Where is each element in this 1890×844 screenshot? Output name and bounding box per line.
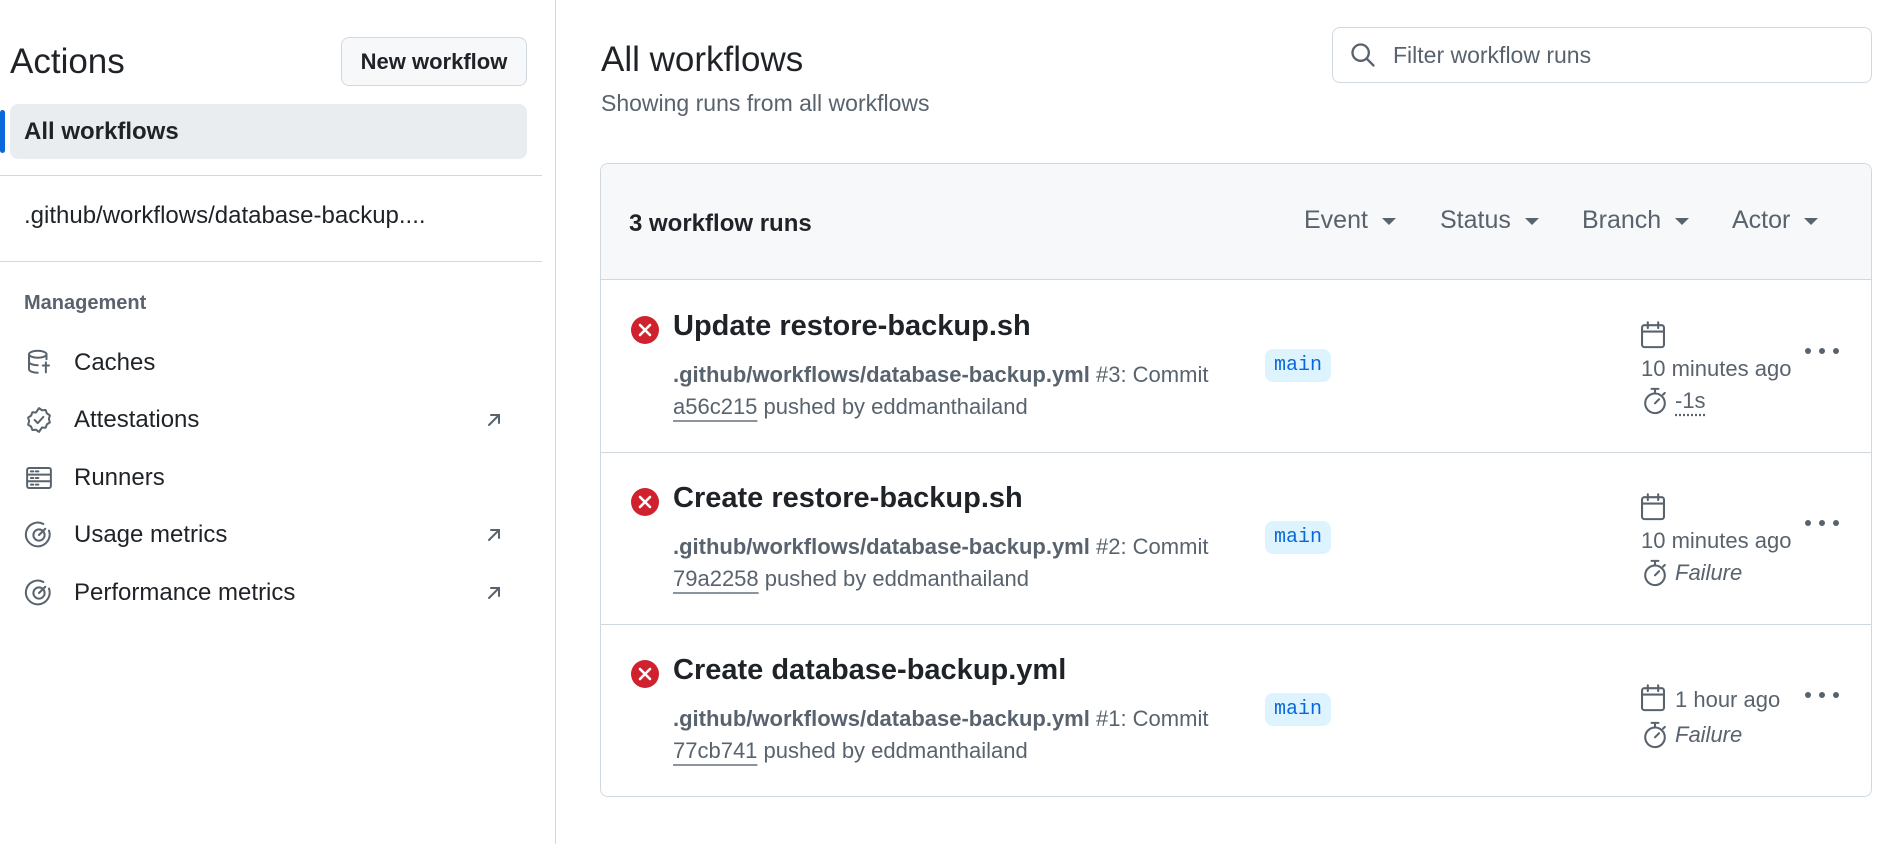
run-commit-info: 77cb741 pushed by eddmanthailand <box>673 738 1028 764</box>
x-circle-fill-icon <box>630 315 660 345</box>
filter-search-box <box>1332 27 1872 83</box>
event-filter-dropdown[interactable]: Event <box>1304 206 1396 235</box>
caret-down-icon <box>1804 218 1819 225</box>
active-indicator <box>0 110 5 153</box>
sidebar-item-label: Caches <box>74 349 156 376</box>
run-workflow-name: .github/workflows/database-backup.yml <box>673 362 1090 387</box>
filter-runs-input[interactable] <box>1391 40 1835 70</box>
run-number: #1: Commit <box>1089 706 1209 731</box>
run-actor: pushed by eddmanthailand <box>758 566 1029 591</box>
kebab-horizontal-icon[interactable] <box>1805 344 1839 358</box>
sidebar-item-runners[interactable]: Runners <box>24 456 514 500</box>
stopwatch-icon <box>1641 558 1669 588</box>
run-title-link[interactable]: Update restore-backup.sh <box>673 310 1031 343</box>
sidebar-item-all-workflows[interactable]: All workflows <box>10 104 527 159</box>
kebab-horizontal-icon[interactable] <box>1805 516 1839 530</box>
actor-filter-dropdown[interactable]: Actor <box>1732 206 1819 235</box>
calendar-icon <box>1639 320 1667 350</box>
workflow-runs-list: 3 workflow runs Event Status Branch Acto… <box>600 163 1872 797</box>
run-commit-info: 79a2258 pushed by eddmanthailand <box>673 566 1029 592</box>
verified-icon <box>24 405 54 435</box>
server-icon <box>24 463 54 493</box>
search-icon <box>1349 41 1377 69</box>
run-workflow-name: .github/workflows/database-backup.yml <box>673 534 1090 559</box>
new-workflow-button[interactable]: New workflow <box>341 37 527 86</box>
sidebar-item-label: Runners <box>74 464 165 491</box>
run-actor: pushed by eddmanthailand <box>757 394 1028 419</box>
sidebar-item-workflow-file[interactable]: .github/workflows/database-backup.... <box>24 202 504 230</box>
workflow-run-row[interactable]: Update restore-backup.sh .github/workflo… <box>601 280 1871 452</box>
calendar-icon <box>1639 492 1667 522</box>
divider <box>0 175 542 176</box>
commit-sha-link[interactable]: 79a2258 <box>673 566 759 591</box>
sidebar-item-usage-metrics[interactable]: Usage metrics <box>24 513 514 557</box>
meter-icon <box>24 520 54 550</box>
sidebar-item-caches[interactable]: Caches <box>24 341 514 385</box>
run-number: #3: Commit <box>1089 362 1209 387</box>
workflow-run-row[interactable]: Create restore-backup.sh .github/workflo… <box>601 452 1871 624</box>
commit-sha-link[interactable]: 77cb741 <box>673 738 757 763</box>
filter-label: Branch <box>1582 206 1662 234</box>
kebab-horizontal-icon[interactable] <box>1805 688 1839 702</box>
run-title-link[interactable]: Create database-backup.yml <box>673 654 1066 687</box>
branch-label[interactable]: main <box>1265 349 1332 382</box>
page-subtitle: Showing runs from all workflows <box>601 90 930 116</box>
sidebar: Actions New workflow All workflows .gith… <box>0 0 556 844</box>
run-meta: .github/workflows/database-backup.yml #2… <box>673 534 1208 560</box>
link-external-icon <box>484 583 504 603</box>
run-timestamp: 10 minutes ago <box>1641 528 1792 553</box>
sidebar-item-label: Usage metrics <box>74 521 228 548</box>
management-heading: Management <box>24 292 147 314</box>
run-actor: pushed by eddmanthailand <box>757 738 1028 763</box>
caret-down-icon <box>1524 218 1539 225</box>
sidebar-item-performance-metrics[interactable]: Performance metrics <box>24 571 514 615</box>
stopwatch-icon <box>1641 386 1669 416</box>
caret-down-icon <box>1381 218 1396 225</box>
link-external-icon <box>484 410 504 430</box>
run-meta: .github/workflows/database-backup.yml #1… <box>673 706 1208 732</box>
database-icon <box>24 348 54 378</box>
filter-label: Actor <box>1732 206 1791 234</box>
runs-count: 3 workflow runs <box>629 210 812 237</box>
workflow-run-row[interactable]: Create database-backup.yml .github/workf… <box>601 624 1871 796</box>
run-title-link[interactable]: Create restore-backup.sh <box>673 482 1023 515</box>
caret-down-icon <box>1675 218 1690 225</box>
branch-label[interactable]: main <box>1265 693 1332 726</box>
commit-sha-link[interactable]: a56c215 <box>673 394 757 419</box>
meter-icon <box>24 578 54 608</box>
calendar-icon <box>1639 683 1667 713</box>
branch-filter-dropdown[interactable]: Branch <box>1582 206 1690 235</box>
sidebar-item-label: Attestations <box>74 406 200 433</box>
run-timestamp: 10 minutes ago <box>1641 356 1792 381</box>
run-duration: -1s <box>1675 388 1706 413</box>
x-circle-fill-icon <box>630 487 660 517</box>
status-filter-dropdown[interactable]: Status <box>1440 206 1539 235</box>
branch-label[interactable]: main <box>1265 521 1332 554</box>
filter-label: Status <box>1440 206 1511 234</box>
run-timestamp: 1 hour ago <box>1675 687 1781 712</box>
runs-list-header: 3 workflow runs Event Status Branch Acto… <box>601 164 1871 280</box>
sidebar-item-attestations[interactable]: Attestations <box>24 398 514 442</box>
run-workflow-name: .github/workflows/database-backup.yml <box>673 706 1090 731</box>
sidebar-item-label: Performance metrics <box>74 579 296 606</box>
divider <box>0 261 542 262</box>
run-commit-info: a56c215 pushed by eddmanthailand <box>673 394 1028 420</box>
link-external-icon <box>484 525 504 545</box>
run-duration: Failure <box>1675 560 1743 585</box>
filter-label: Event <box>1304 206 1368 234</box>
page-title: All workflows <box>601 40 804 79</box>
run-duration: Failure <box>1675 722 1743 747</box>
sidebar-title: Actions <box>10 42 125 81</box>
run-meta: .github/workflows/database-backup.yml #3… <box>673 362 1208 388</box>
run-number: #2: Commit <box>1089 534 1209 559</box>
x-circle-fill-icon <box>630 659 660 689</box>
stopwatch-icon <box>1641 720 1669 750</box>
